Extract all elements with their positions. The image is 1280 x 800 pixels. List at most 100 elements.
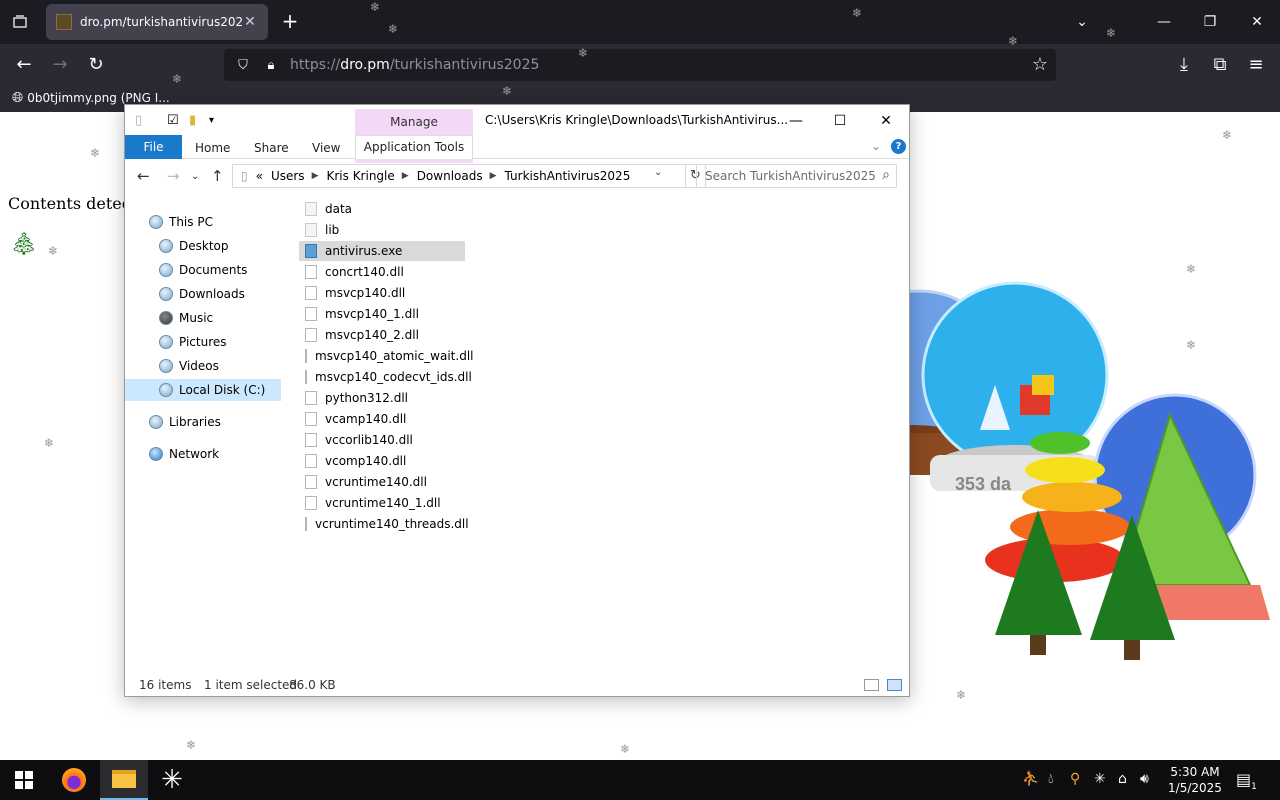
list-item[interactable]: concrt140.dll [299, 262, 465, 282]
back-arrow-icon[interactable]: ← [12, 53, 36, 77]
back-arrow-icon[interactable]: ← [137, 167, 150, 185]
up-arrow-icon[interactable]: ↑ [211, 167, 224, 185]
menu-icon[interactable]: ≡ [1244, 53, 1268, 77]
list-item[interactable]: antivirus.exe [299, 241, 465, 261]
firefox-icon [62, 768, 86, 792]
breadcrumb-kris-kringle[interactable]: Kris Kringle [326, 169, 394, 183]
url-text[interactable]: https://dro.pm/turkishantivirus2025 [290, 57, 539, 73]
clock[interactable]: 5:30 AM 1/5/2025 [1160, 764, 1230, 796]
reload-icon[interactable]: ↻ [84, 53, 108, 77]
browser-tab[interactable]: dro.pm/turkishantivirus2025 ✕ [46, 4, 268, 40]
status-bar: 16 items 1 item selected 86.0 KB [125, 675, 909, 695]
chevron-down-icon[interactable]: ⌄ [654, 167, 662, 178]
ribbon-tab-view[interactable]: View [312, 141, 340, 155]
list-item[interactable]: msvcp140_1.dll [299, 304, 465, 324]
lock-icon[interactable]: 🔒︎ [262, 58, 280, 73]
nav-item-network[interactable]: Network [149, 443, 219, 465]
ribbon-tab-application-tools[interactable]: Application Tools [355, 135, 473, 159]
network-tray-icon[interactable]: ⌂ [1118, 771, 1127, 787]
customize-toolbar-icon[interactable]: ▾ [209, 115, 214, 126]
folder-icon [305, 202, 317, 216]
list-item[interactable]: vccorlib140.dll [299, 430, 465, 450]
minimize-icon[interactable]: — [1150, 8, 1178, 36]
ribbon-tab-file[interactable]: File [125, 135, 182, 159]
nav-item-this-pc[interactable]: This PC [149, 211, 213, 233]
properties-icon[interactable]: ☑ [167, 113, 179, 128]
large-icons-view-icon[interactable] [887, 679, 902, 691]
nav-item-music[interactable]: Music [159, 307, 213, 329]
expand-ribbon-icon[interactable]: ⌄ [871, 139, 881, 153]
chevron-right-icon[interactable]: ▶ [312, 171, 319, 181]
list-all-tabs-icon[interactable]: ⌄ [1068, 8, 1096, 36]
url-bar[interactable]: ⛉ 🔒︎ https://dro.pm/turkishantivirus2025… [224, 49, 1056, 81]
ribbon-tab-home[interactable]: Home [195, 141, 230, 155]
droplet-tray-icon[interactable]: 💧︎ [1048, 771, 1054, 787]
restore-icon[interactable]: ❐ [1196, 8, 1224, 36]
close-icon[interactable]: ✕ [863, 109, 909, 133]
help-icon[interactable]: ? [891, 139, 906, 154]
address-bar[interactable]: ▯ « Users ▶ Kris Kringle ▶ Downloads ▶ T… [232, 164, 686, 188]
snowflake-tray-icon[interactable]: ✳ [1094, 771, 1106, 787]
breadcrumb-overflow[interactable]: « [256, 169, 263, 183]
extensions-icon[interactable]: ⧉ [1208, 53, 1232, 77]
search-tray-icon[interactable]: ⚲ [1070, 771, 1080, 787]
new-tab-button[interactable]: + [278, 10, 302, 34]
volume-tray-icon[interactable]: 🔊︎ [1140, 771, 1149, 787]
search-input[interactable]: Search TurkishAntivirus2025 ⌕ [696, 164, 897, 188]
forward-arrow-icon[interactable]: → [167, 167, 180, 185]
breadcrumb-current-folder[interactable]: TurkishAntivirus2025 [505, 169, 631, 183]
shield-icon[interactable]: ⛉ [234, 58, 252, 73]
close-window-icon[interactable]: ✕ [1243, 8, 1271, 36]
recent-locations-icon[interactable]: ⌄ [191, 171, 199, 182]
list-item[interactable]: msvcp140.dll [299, 283, 465, 303]
list-item[interactable]: python312.dll [299, 388, 465, 408]
address-row: ← → ⌄ ↑ ▯ « Users ▶ Kris Kringle ▶ Downl… [125, 163, 909, 191]
nav-item-videos[interactable]: Videos [159, 355, 219, 377]
start-button[interactable] [0, 760, 48, 800]
dll-file-icon [305, 391, 317, 405]
list-item[interactable]: vcamp140.dll [299, 409, 465, 429]
list-item[interactable]: msvcp140_2.dll [299, 325, 465, 345]
ribbon-tab-share[interactable]: Share [254, 141, 289, 155]
system-menu-icon[interactable]: ▯ [135, 113, 142, 128]
chevron-right-icon[interactable]: ▶ [402, 171, 409, 181]
nav-item-libraries[interactable]: Libraries [149, 411, 221, 433]
user-tray-icon[interactable]: ⛹ [1022, 771, 1039, 787]
notification-center-icon[interactable]: ▤1 [1236, 770, 1257, 792]
tab-close-icon[interactable]: ✕ [242, 14, 258, 30]
dll-file-icon [305, 307, 317, 321]
downloads-icon[interactable]: ⤓ [1172, 53, 1196, 77]
list-item[interactable]: vcruntime140_threads.dll [299, 514, 469, 534]
details-view-icon[interactable] [864, 679, 879, 691]
nav-item-downloads[interactable]: Downloads [159, 283, 245, 305]
breadcrumb-users[interactable]: Users [271, 169, 305, 183]
breadcrumb-downloads[interactable]: Downloads [417, 169, 483, 183]
maximize-icon[interactable]: ☐ [817, 109, 863, 133]
manage-tab-label: Manage [390, 115, 438, 129]
list-item[interactable]: vcomp140.dll [299, 451, 465, 471]
list-item[interactable]: msvcp140_codecvt_ids.dll [299, 367, 472, 387]
new-folder-icon[interactable]: ▮ [189, 113, 196, 128]
list-item[interactable]: msvcp140_atomic_wait.dll [299, 346, 474, 366]
nav-item-local-disk[interactable]: Local Disk (C:) [125, 379, 281, 401]
taskbar-firefox[interactable] [50, 760, 98, 800]
nav-item-documents[interactable]: Documents [159, 259, 247, 281]
dll-file-icon [305, 328, 317, 342]
bookmark-star-icon[interactable]: ☆ [1032, 54, 1048, 75]
taskbar-file-explorer[interactable] [100, 760, 148, 800]
list-item[interactable]: lib [299, 220, 465, 240]
nav-item-desktop[interactable]: Desktop [159, 235, 229, 257]
list-item[interactable]: data [299, 199, 465, 219]
tab-list-icon[interactable] [8, 10, 32, 34]
chevron-right-icon[interactable]: ▶ [490, 171, 497, 181]
tree-icon: 🎄︎ [10, 232, 38, 257]
nav-item-pictures[interactable]: Pictures [159, 331, 227, 353]
search-icon[interactable]: ⌕ [882, 167, 890, 183]
taskbar-app[interactable]: ✳ [148, 760, 196, 800]
list-item[interactable]: vcruntime140.dll [299, 472, 465, 492]
minimize-icon[interactable]: — [773, 109, 819, 133]
forward-arrow-icon[interactable]: → [48, 53, 72, 77]
computer-icon [149, 215, 163, 229]
list-item[interactable]: vcruntime140_1.dll [299, 493, 465, 513]
downloads-icon [159, 287, 173, 301]
